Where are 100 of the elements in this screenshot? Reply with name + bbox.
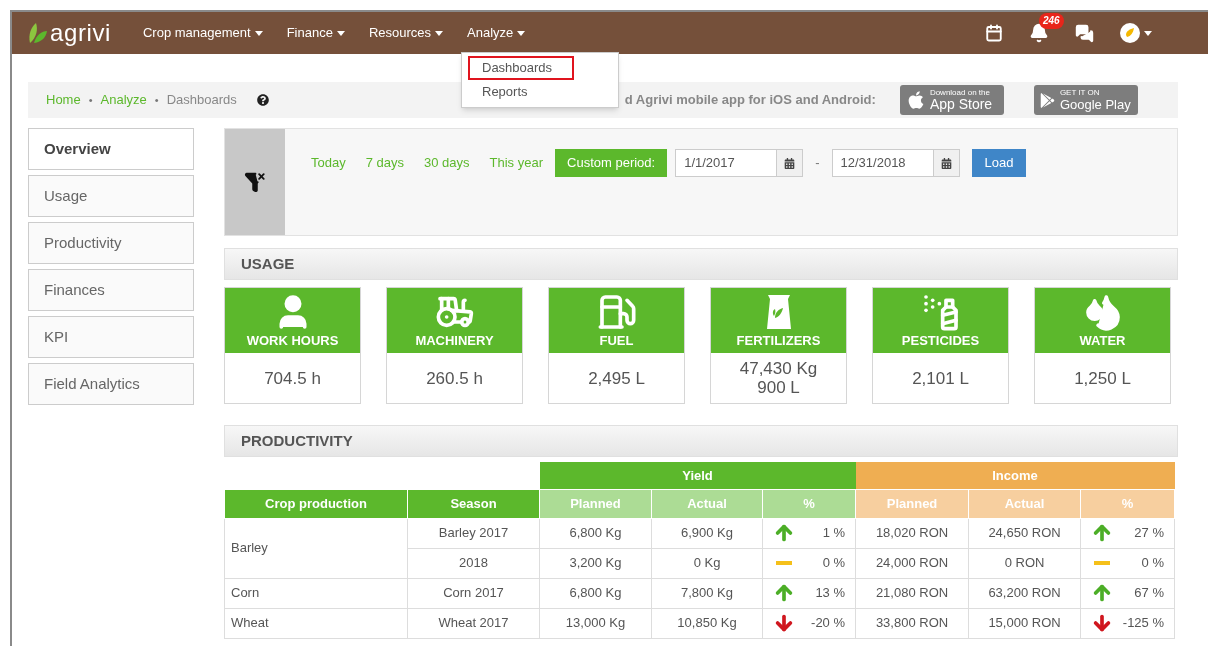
- nav-menu[interactable]: Finance: [286, 23, 345, 43]
- badge-big-text: App Store: [929, 97, 993, 112]
- sidebar-tab[interactable]: Productivity: [28, 222, 194, 264]
- table-cell: Wheat: [224, 608, 408, 638]
- bell-icon[interactable]: [1029, 23, 1049, 43]
- nav-menu[interactable]: Crop management: [142, 23, 263, 43]
- tile-value: 47,430 Kg: [739, 359, 818, 378]
- table-cell: Barley 2017: [407, 518, 540, 548]
- column-header: Crop production: [224, 489, 408, 518]
- tile-label: MACHINERY: [415, 334, 494, 347]
- percent-text: 1 %: [822, 524, 846, 543]
- table-cell: 2018: [407, 548, 540, 578]
- percent-text: -20 %: [811, 614, 846, 633]
- breadcrumb-separator: •: [154, 92, 159, 108]
- sidebar-tab[interactable]: Usage: [28, 175, 194, 217]
- table-cell: 33,800 RON: [855, 608, 969, 638]
- dropdown-item[interactable]: Dashboards: [468, 56, 574, 80]
- load-button[interactable]: Load: [971, 149, 1027, 177]
- column-header: Season: [407, 489, 540, 518]
- clear-filter-button[interactable]: [225, 129, 285, 235]
- table-cell: 15,000 RON: [968, 608, 1081, 638]
- logo-text[interactable]: agrivi: [50, 21, 111, 45]
- calendar-icon[interactable]: [985, 24, 1003, 42]
- caret-icon: [435, 30, 443, 36]
- tile-label: WORK HOURS: [246, 334, 339, 347]
- section-header: PRODUCTIVITY: [224, 425, 1178, 457]
- chat-icon[interactable]: [1075, 23, 1094, 43]
- app-store-badge[interactable]: Download on the App Store: [899, 85, 1004, 115]
- tile-value: 1,250 L: [1074, 368, 1131, 388]
- tile-value: 900 L: [757, 378, 800, 397]
- caret-icon: [254, 30, 263, 36]
- table-cell: 0 Kg: [651, 548, 763, 578]
- table-cell: 18,020 RON: [855, 518, 969, 548]
- column-header: %: [762, 489, 856, 518]
- avatar-icon: [1120, 23, 1140, 43]
- table-cell: 24,000 RON: [855, 548, 969, 578]
- section-header: USAGE: [224, 248, 1178, 280]
- help-icon[interactable]: [256, 94, 269, 106]
- tile-value: 2,101 L: [912, 368, 969, 388]
- column-header: Planned: [855, 489, 969, 518]
- notification-badge: 246: [1039, 13, 1064, 29]
- caret-icon: [336, 30, 345, 36]
- badge-small-text: GET IT ON: [1059, 88, 1101, 97]
- clear-filter-icon: [244, 171, 266, 193]
- column-header: %: [1080, 489, 1175, 518]
- to-date-field[interactable]: 12/31/2018: [831, 149, 960, 177]
- column-header: Planned: [539, 489, 652, 518]
- tile-value: 2,495 L: [588, 368, 645, 388]
- nav-menu[interactable]: Analyze: [467, 23, 526, 43]
- mobile-app-text: d Agrivi mobile app for iOS and Android:: [624, 91, 876, 110]
- tile-label: FERTILIZERS: [736, 334, 821, 347]
- leaf-logo-icon: [28, 21, 48, 45]
- caret-icon: [1144, 30, 1152, 36]
- table-cell: Wheat 2017: [407, 608, 540, 638]
- tile-label: WATER: [1079, 334, 1126, 347]
- percent-text: 67 %: [1134, 584, 1164, 603]
- column-header: Actual: [968, 489, 1081, 518]
- sidebar-tab[interactable]: KPI: [28, 316, 194, 358]
- column-header: Actual: [651, 489, 763, 518]
- dropdown-item[interactable]: Reports: [468, 80, 612, 104]
- calendar-icon: [940, 157, 952, 169]
- table-cell: 6,800 Kg: [539, 518, 652, 548]
- sidebar-tab[interactable]: Overview: [28, 128, 194, 170]
- table-cell: 13,000 Kg: [539, 608, 652, 638]
- table-cell: 6,800 Kg: [539, 578, 652, 608]
- tile-label: PESTICIDES: [901, 334, 980, 347]
- play-icon: [1039, 92, 1055, 108]
- table-cell: Corn 2017: [407, 578, 540, 608]
- table-cell: 3,200 Kg: [539, 548, 652, 578]
- caret-icon: [517, 30, 526, 36]
- percent-text: 13 %: [815, 584, 846, 603]
- date-separator: -: [815, 154, 820, 172]
- nav-menu[interactable]: Resources: [368, 23, 443, 43]
- percent-text: 27 %: [1134, 524, 1164, 543]
- breadcrumb-current: Dashboards: [166, 91, 237, 110]
- badge-big-text: Google Play: [1059, 97, 1131, 112]
- breadcrumb-separator: •: [88, 92, 93, 108]
- percent-text: 0 %: [822, 554, 846, 573]
- google-play-badge[interactable]: GET IT ON Google Play: [1033, 85, 1138, 115]
- table-cell: 0 RON: [968, 548, 1081, 578]
- table-cell: Corn: [224, 578, 408, 608]
- table-cell: 63,200 RON: [968, 578, 1081, 608]
- table-cell: 24,650 RON: [968, 518, 1081, 548]
- sidebar-tab[interactable]: Finances: [28, 269, 194, 311]
- table-cell: 7,800 Kg: [651, 578, 763, 608]
- sidebar-tab[interactable]: Field Analytics: [28, 363, 194, 405]
- user-menu[interactable]: [1120, 23, 1152, 43]
- badge-small-text: Download on the: [929, 88, 991, 97]
- fuel-pump-icon: [596, 292, 637, 332]
- yield-group-header: Yield: [539, 462, 856, 489]
- from-date-field[interactable]: 1/1/2017: [675, 149, 804, 177]
- tile-label: FUEL: [599, 334, 634, 347]
- percent-text: 0 %: [1141, 554, 1164, 573]
- table-cell: 10,850 Kg: [651, 608, 763, 638]
- percent-text: -125 %: [1122, 614, 1164, 633]
- tile-value: 260.5 h: [426, 368, 483, 388]
- table-cell: 6,900 Kg: [651, 518, 763, 548]
- income-group-header: Income: [855, 462, 1175, 489]
- table-cell: 21,080 RON: [855, 578, 969, 608]
- table-cell: Barley: [224, 518, 408, 578]
